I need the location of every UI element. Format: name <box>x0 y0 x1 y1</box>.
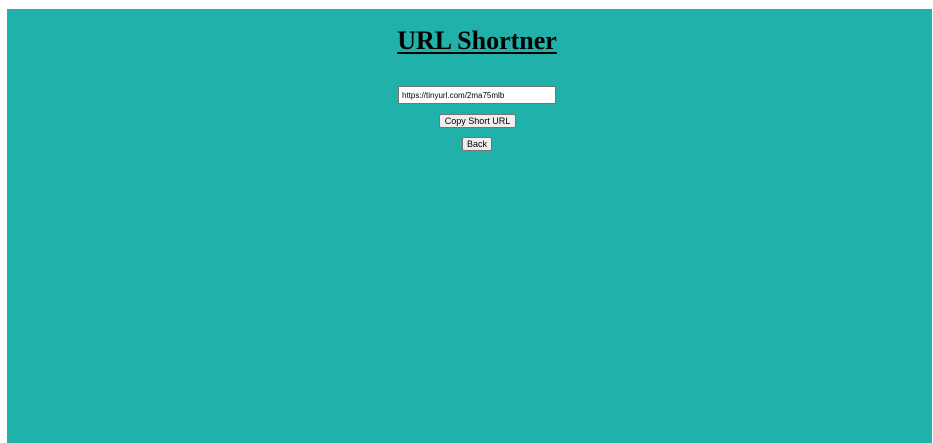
short-url-field[interactable] <box>398 86 556 104</box>
back-button[interactable]: Back <box>462 137 492 151</box>
copy-short-url-button[interactable]: Copy Short URL <box>439 114 516 128</box>
page-background: URL Shortner Copy Short URL Back <box>7 9 932 443</box>
page-title: URL Shortner <box>397 26 557 55</box>
